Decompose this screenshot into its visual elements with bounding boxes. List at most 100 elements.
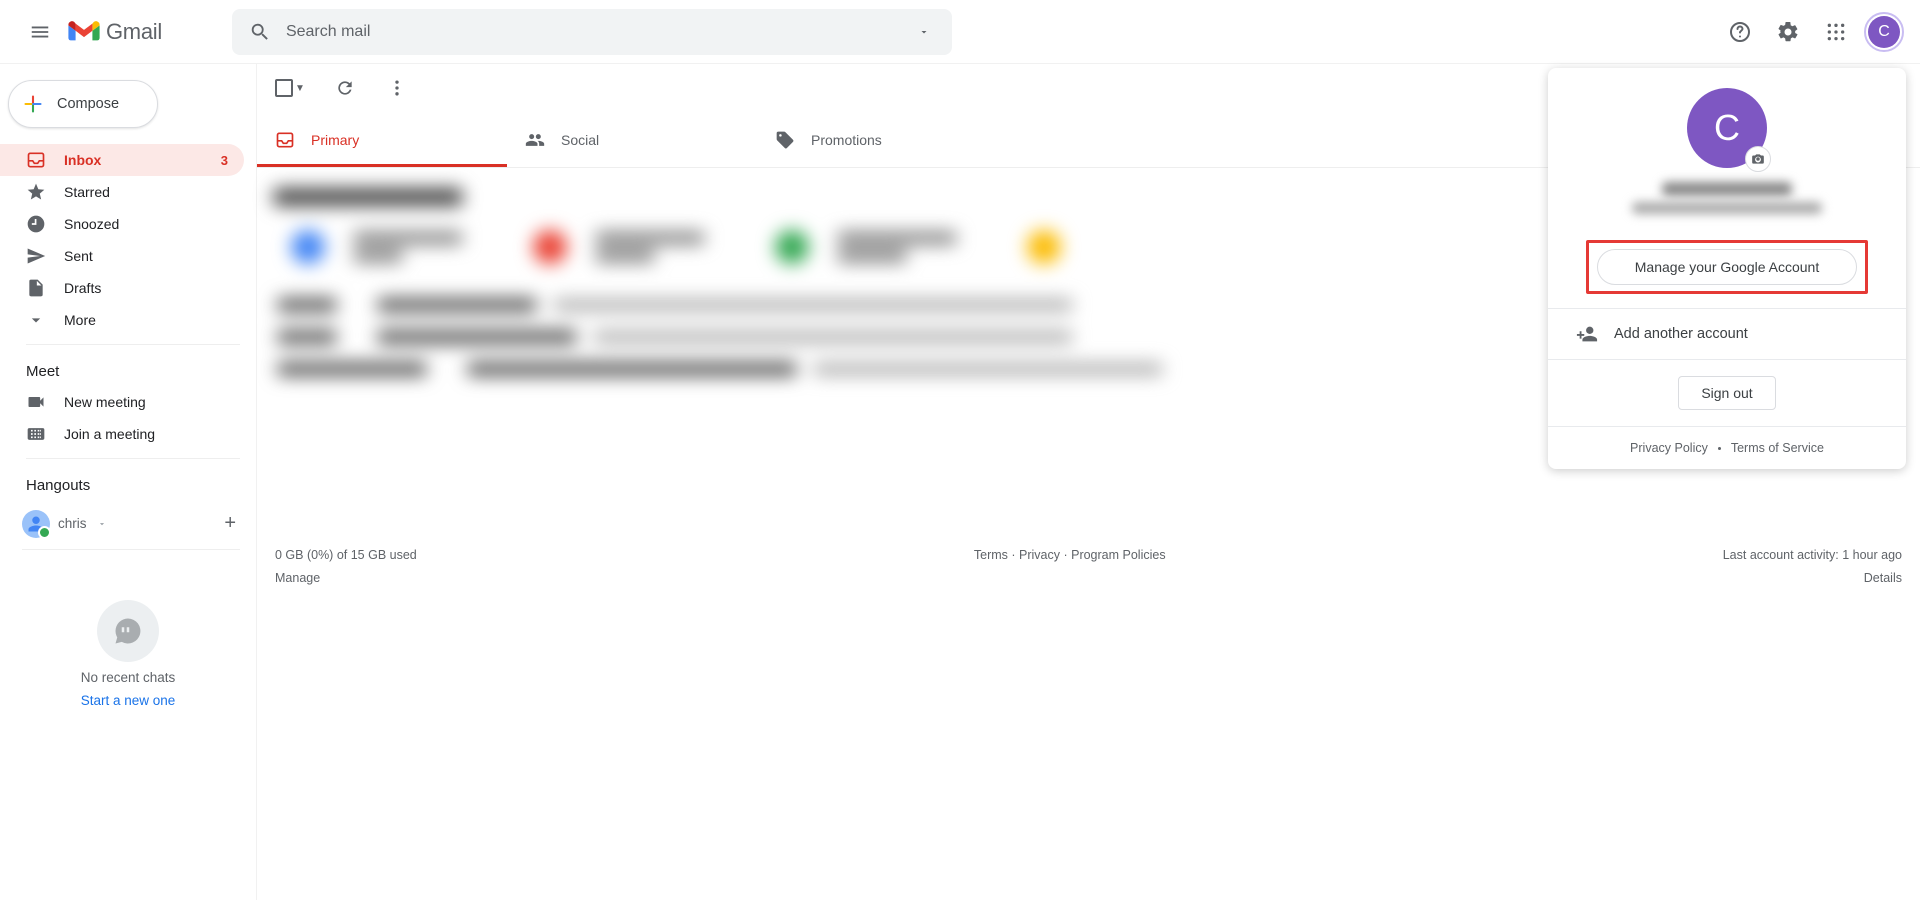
tab-label: Primary xyxy=(311,132,359,148)
gmail-logo-icon xyxy=(68,20,100,44)
hangouts-section-title: Hangouts xyxy=(0,459,256,500)
sign-out-button[interactable]: Sign out xyxy=(1678,376,1775,410)
account-button[interactable]: C xyxy=(1864,12,1904,52)
sidebar-item-label: Join a meeting xyxy=(64,426,155,442)
people-icon xyxy=(525,130,545,150)
main-content: ▼ Primary Social Promotions xyxy=(256,64,1920,900)
gmail-logo[interactable]: Gmail xyxy=(68,19,162,45)
sidebar: Compose Inbox 3 Starred Snoozed Sent Dra… xyxy=(0,64,256,900)
manage-account-label: Manage your Google Account xyxy=(1635,259,1819,275)
sign-out-label: Sign out xyxy=(1701,385,1752,401)
search-options-button[interactable] xyxy=(904,12,944,52)
sidebar-item-label: Drafts xyxy=(64,280,101,296)
sidebar-item-sent[interactable]: Sent xyxy=(0,240,244,272)
checkbox-icon xyxy=(275,79,293,97)
privacy-link[interactable]: Privacy xyxy=(1019,548,1060,562)
more-vert-icon xyxy=(387,78,407,98)
apps-grid-icon xyxy=(1826,22,1846,42)
sidebar-item-starred[interactable]: Starred xyxy=(0,176,244,208)
storage-text: 0 GB (0%) of 15 GB used xyxy=(275,544,417,567)
compose-label: Compose xyxy=(57,96,119,112)
sidebar-item-label: Inbox xyxy=(64,152,101,168)
hangouts-empty-state: No recent chats Start a new one xyxy=(0,600,256,708)
inbox-count: 3 xyxy=(221,153,228,168)
camera-icon xyxy=(1751,152,1765,166)
compose-button[interactable]: Compose xyxy=(8,80,158,128)
person-add-icon xyxy=(1576,323,1598,345)
hangouts-new-button[interactable]: + xyxy=(216,508,244,539)
help-icon xyxy=(1728,20,1752,44)
person-icon xyxy=(27,515,45,533)
account-name-blurred xyxy=(1662,182,1792,196)
sidebar-item-label: New meeting xyxy=(64,394,146,410)
hangouts-user-row[interactable]: chris + xyxy=(0,500,256,547)
select-all-checkbox[interactable]: ▼ xyxy=(275,79,305,97)
manage-storage-link[interactable]: Manage xyxy=(275,571,320,585)
more-button[interactable] xyxy=(385,76,409,100)
add-account-label: Add another account xyxy=(1614,326,1748,342)
keyboard-icon xyxy=(26,424,46,444)
change-photo-button[interactable] xyxy=(1745,146,1771,172)
search-input[interactable] xyxy=(280,23,904,41)
terms-link[interactable]: Terms xyxy=(974,548,1008,562)
hangouts-username: chris xyxy=(58,516,87,531)
clock-icon xyxy=(26,214,46,234)
gmail-logo-text: Gmail xyxy=(106,19,162,45)
search-bar xyxy=(232,9,952,55)
send-icon xyxy=(26,246,46,266)
account-popup: C Manage your Google Account Add another… xyxy=(1548,68,1906,469)
meet-section-title: Meet xyxy=(0,345,256,386)
details-link[interactable]: Details xyxy=(1864,571,1902,585)
hangouts-avatar xyxy=(22,510,50,538)
avatar: C xyxy=(1868,16,1900,48)
tab-social[interactable]: Social xyxy=(507,112,757,167)
search-button[interactable] xyxy=(240,12,280,52)
tab-promotions[interactable]: Promotions xyxy=(757,112,1007,167)
star-icon xyxy=(26,182,46,202)
main-menu-button[interactable] xyxy=(16,8,64,56)
sidebar-item-inbox[interactable]: Inbox 3 xyxy=(0,144,244,176)
apps-button[interactable] xyxy=(1816,12,1856,52)
privacy-policy-link[interactable]: Privacy Policy xyxy=(1630,441,1708,455)
caret-down-icon: ▼ xyxy=(295,83,305,94)
sidebar-item-new-meeting[interactable]: New meeting xyxy=(0,386,244,418)
no-chats-text: No recent chats xyxy=(81,670,176,685)
header-right: C xyxy=(1720,12,1904,52)
file-icon xyxy=(26,278,46,298)
sidebar-item-join-meeting[interactable]: Join a meeting xyxy=(0,418,244,450)
plus-icon xyxy=(23,94,43,114)
start-new-chat-link[interactable]: Start a new one xyxy=(81,693,176,708)
header: Gmail C xyxy=(0,0,1920,64)
sidebar-item-snoozed[interactable]: Snoozed xyxy=(0,208,244,240)
refresh-icon xyxy=(335,78,355,98)
policies-link[interactable]: Program Policies xyxy=(1071,548,1165,562)
caret-down-icon xyxy=(97,519,107,529)
chat-bubble-icon xyxy=(97,600,159,662)
caret-down-icon xyxy=(918,26,930,38)
inbox-icon xyxy=(275,130,295,150)
tab-label: Promotions xyxy=(811,132,882,148)
menu-icon xyxy=(29,21,51,43)
inbox-icon xyxy=(26,150,46,170)
sidebar-item-drafts[interactable]: Drafts xyxy=(0,272,244,304)
add-account-button[interactable]: Add another account xyxy=(1548,309,1906,359)
refresh-button[interactable] xyxy=(333,76,357,100)
gear-icon xyxy=(1776,20,1800,44)
tag-icon xyxy=(775,130,795,150)
sidebar-item-label: Sent xyxy=(64,248,93,264)
tab-label: Social xyxy=(561,132,599,148)
chevron-down-icon xyxy=(26,310,46,330)
popup-footer: Privacy Policy Terms of Service xyxy=(1548,427,1906,469)
sidebar-item-more[interactable]: More xyxy=(0,304,244,336)
video-icon xyxy=(26,392,46,412)
manage-account-button[interactable]: Manage your Google Account xyxy=(1597,249,1857,285)
support-button[interactable] xyxy=(1720,12,1760,52)
tab-primary[interactable]: Primary xyxy=(257,112,507,167)
highlight-annotation: Manage your Google Account xyxy=(1586,240,1868,294)
tos-link[interactable]: Terms of Service xyxy=(1731,441,1824,455)
sidebar-item-label: Starred xyxy=(64,184,110,200)
sidebar-item-label: Snoozed xyxy=(64,216,119,232)
account-email-blurred xyxy=(1632,202,1822,214)
settings-button[interactable] xyxy=(1768,12,1808,52)
search-icon xyxy=(249,21,271,43)
